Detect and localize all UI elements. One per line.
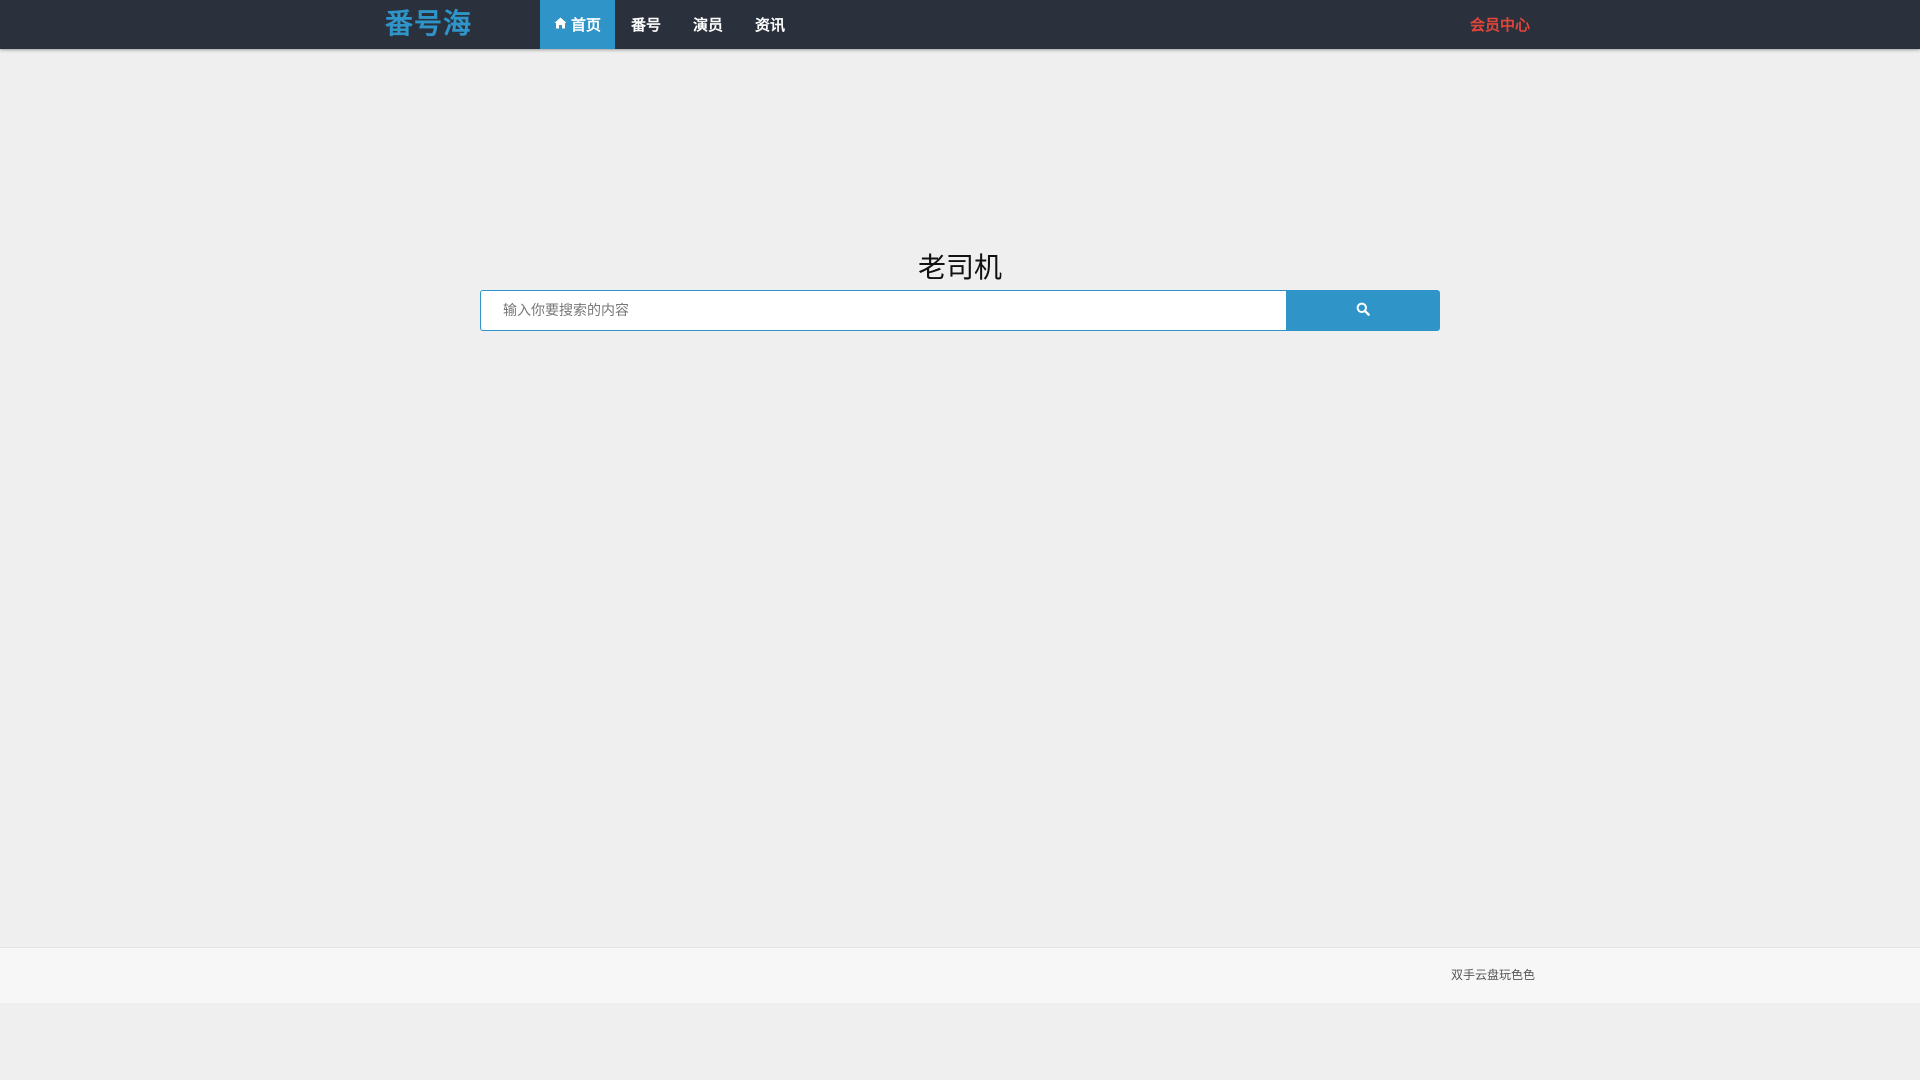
site-logo[interactable]: 番号海 — [385, 4, 472, 44]
footer: 双手云盘玩色色 — [0, 947, 1920, 1003]
search-button[interactable] — [1286, 290, 1440, 331]
footer-text: 双手云盘玩色色 — [1450, 968, 1535, 982]
nav-item-label: 演员 — [693, 16, 724, 34]
search-form — [480, 290, 1440, 331]
main-nav: 首页 番号 演员 资讯 — [540, 0, 801, 49]
nav-item-label: 资讯 — [755, 16, 786, 34]
search-icon — [1356, 302, 1370, 319]
nav-item-codes[interactable]: 番号 — [615, 0, 677, 49]
page-title: 老司机 — [917, 251, 1002, 284]
nav-item-label: 首页 — [571, 16, 602, 34]
hero-section: 老司机 — [0, 248, 1920, 288]
nav-item-news[interactable]: 资讯 — [739, 0, 801, 49]
member-center-link[interactable]: 会员中心 — [1470, 0, 1530, 49]
nav-item-actors[interactable]: 演员 — [677, 0, 739, 49]
search-input[interactable] — [480, 290, 1286, 331]
top-navbar: 番号海 首页 番号 演员 资讯 会员中心 — [0, 0, 1920, 49]
home-icon — [554, 0, 567, 49]
nav-item-home[interactable]: 首页 — [540, 0, 616, 49]
nav-item-label: 番号 — [631, 16, 662, 34]
